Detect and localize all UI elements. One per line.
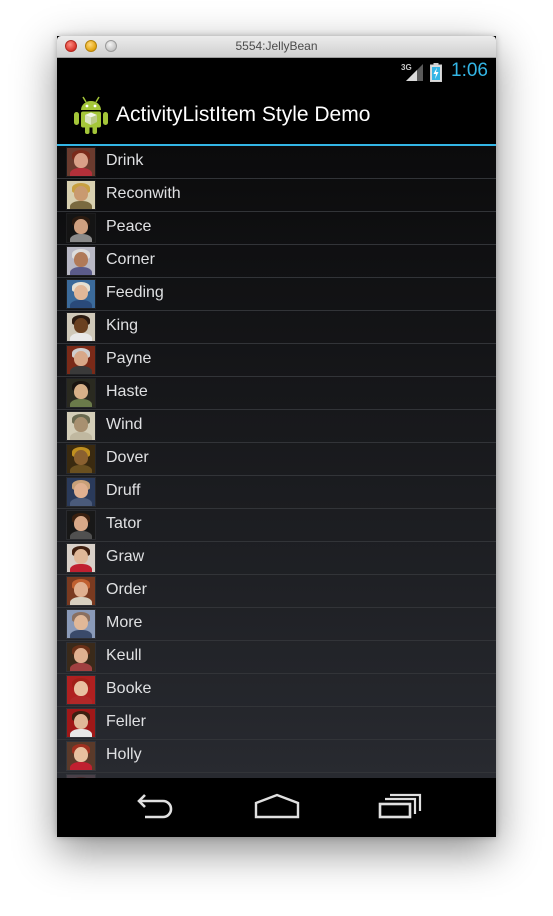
list-item[interactable]: Peace — [57, 212, 496, 245]
list-item[interactable]: Keull — [57, 641, 496, 674]
list-item-label: Holly — [106, 746, 142, 763]
list-item[interactable] — [57, 773, 496, 778]
contact-photo — [67, 511, 95, 539]
list-item-label: Druff — [106, 482, 141, 499]
contact-photo — [67, 280, 95, 308]
contact-photo — [67, 643, 95, 671]
battery-charging-icon — [430, 63, 442, 82]
list-item-label: More — [106, 614, 143, 631]
contact-photo — [67, 445, 95, 473]
list-item-label: Booke — [106, 680, 152, 697]
list-item[interactable]: Tator — [57, 509, 496, 542]
list-item[interactable]: Drink — [57, 146, 496, 179]
contact-photo — [67, 610, 95, 638]
list-item[interactable]: Graw — [57, 542, 496, 575]
contact-photo — [67, 313, 95, 341]
contact-photo — [67, 676, 95, 704]
list-item-label: Payne — [106, 350, 152, 367]
recent-apps-icon[interactable] — [378, 793, 422, 819]
list-item[interactable]: Druff — [57, 476, 496, 509]
contact-photo — [67, 412, 95, 440]
contact-photo — [67, 709, 95, 737]
list-item-label: Wind — [106, 416, 143, 433]
back-icon[interactable] — [133, 793, 177, 819]
signal-icon — [406, 64, 423, 81]
list-item[interactable]: Reconwith — [57, 179, 496, 212]
home-icon[interactable] — [254, 793, 300, 819]
list-item-label: Drink — [106, 152, 144, 169]
list-item-label: Tator — [106, 515, 142, 532]
list-item[interactable]: Booke — [57, 674, 496, 707]
list-item[interactable]: Dover — [57, 443, 496, 476]
contact-photo — [67, 247, 95, 275]
list-item-label: Keull — [106, 647, 142, 664]
list-item[interactable]: Feller — [57, 707, 496, 740]
contact-photo — [67, 181, 95, 209]
list-item-label: Corner — [106, 251, 155, 268]
status-clock: 1:06 — [451, 60, 488, 81]
navigation-bar — [57, 779, 496, 837]
list-item-label: Haste — [106, 383, 148, 400]
activity-list[interactable]: Drink Reconwith Peace Corner Feeding King Payn… — [57, 146, 496, 778]
window-title: 5554:JellyBean — [235, 39, 318, 53]
emulator-window: 5554:JellyBean 3G 1:06 ActivityListItem … — [57, 36, 496, 837]
list-item-label: Feeding — [106, 284, 164, 301]
list-item[interactable]: Holly — [57, 740, 496, 773]
list-item-label: Order — [106, 581, 147, 598]
contact-photo — [67, 775, 95, 778]
list-item-label: Dover — [106, 449, 149, 466]
list-item[interactable]: Order — [57, 575, 496, 608]
list-item-label: Reconwith — [106, 185, 181, 202]
list-item[interactable]: More — [57, 608, 496, 641]
contact-photo — [67, 148, 95, 176]
android-app-icon[interactable] — [73, 95, 109, 135]
list-item[interactable]: Corner — [57, 245, 496, 278]
list-item[interactable]: Haste — [57, 377, 496, 410]
contact-photo — [67, 214, 95, 242]
contact-photo — [67, 478, 95, 506]
list-item[interactable]: Wind — [57, 410, 496, 443]
contact-photo — [67, 577, 95, 605]
action-bar: ActivityListItem Style Demo — [57, 86, 496, 146]
list-item[interactable]: King — [57, 311, 496, 344]
contact-photo — [67, 742, 95, 770]
contact-photo — [67, 379, 95, 407]
app-title: ActivityListItem Style Demo — [116, 103, 371, 126]
window-titlebar[interactable]: 5554:JellyBean — [57, 36, 496, 58]
list-item-label: King — [106, 317, 139, 334]
contact-photo — [67, 544, 95, 572]
list-item[interactable]: Feeding — [57, 278, 496, 311]
list-item-label: Graw — [106, 548, 145, 565]
list-item-label: Feller — [106, 713, 147, 730]
status-bar: 3G 1:06 — [57, 58, 496, 86]
list-item-label: Peace — [106, 218, 152, 235]
contact-photo — [67, 346, 95, 374]
list-item[interactable]: Payne — [57, 344, 496, 377]
